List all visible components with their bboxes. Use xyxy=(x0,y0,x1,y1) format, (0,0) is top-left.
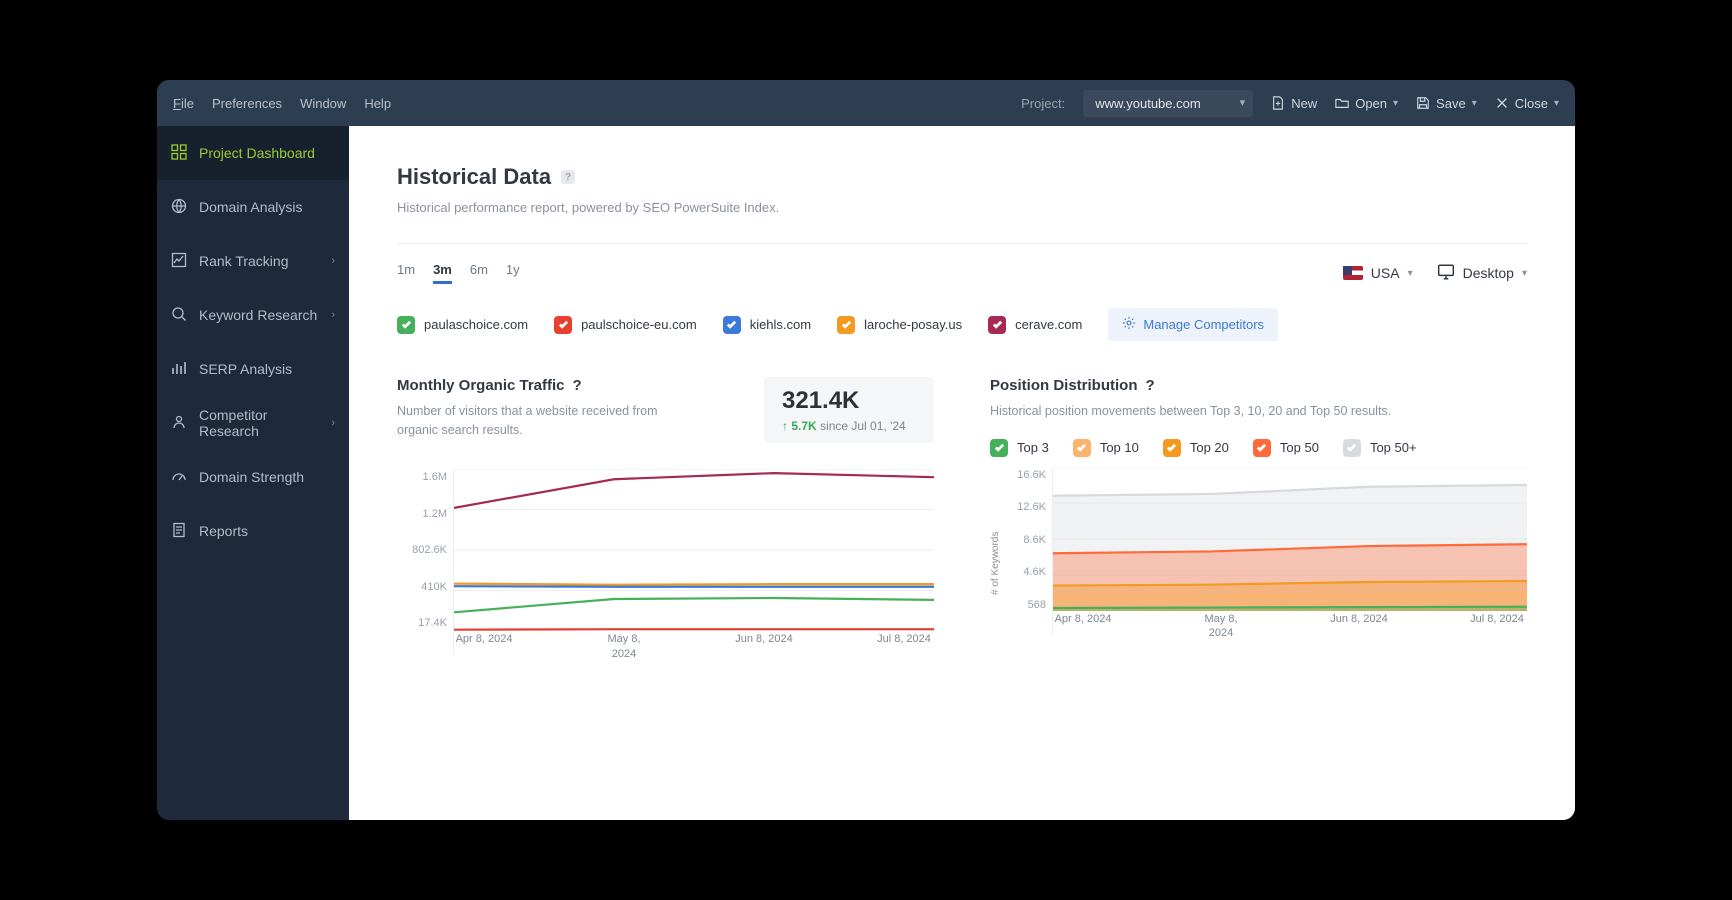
open-button[interactable]: Open▾ xyxy=(1335,96,1398,111)
file-plus-icon xyxy=(1271,96,1285,110)
sidebar-item-domain-analysis[interactable]: Domain Analysis xyxy=(157,180,349,234)
checkbox-icon xyxy=(988,316,1006,334)
checkbox-icon xyxy=(1073,439,1091,457)
y-axis-label: # of Keywords xyxy=(990,467,1004,635)
project-select[interactable]: www.youtube.com xyxy=(1083,90,1253,117)
globe-icon xyxy=(171,198,187,217)
sidebar-item-label: Domain Strength xyxy=(199,469,304,485)
period-3m[interactable]: 3m xyxy=(433,262,452,284)
monthly-organic-traffic-panel: Monthly Organic Traffic ? Number of visi… xyxy=(397,377,934,655)
chevron-down-icon: ▾ xyxy=(1522,268,1527,279)
competitor-toggle[interactable]: paulschoice-eu.com xyxy=(554,316,697,334)
sidebar-item-label: Project Dashboard xyxy=(199,145,315,161)
checkbox-icon xyxy=(554,316,572,334)
manage-competitors-button[interactable]: Manage Competitors xyxy=(1108,308,1278,341)
country-filter[interactable]: USA ▾ xyxy=(1343,265,1413,281)
search-icon xyxy=(171,306,187,325)
chevron-down-icon: ▾ xyxy=(1408,268,1413,279)
project-label: Project: xyxy=(1021,96,1065,111)
help-icon[interactable]: ? xyxy=(561,170,575,184)
traffic-chart: 1.6M 1.2M 802.6K 410K 17.4K Apr 8, 2024 … xyxy=(397,469,934,655)
menu-file[interactable]: File xyxy=(173,96,194,111)
help-icon[interactable]: ? xyxy=(1146,377,1155,394)
monitor-icon xyxy=(1437,263,1455,284)
sidebar-item-project-dashboard[interactable]: Project Dashboard xyxy=(157,126,349,180)
traffic-stat-box: 321.4K ↑ 5.7K since Jul 01, '24 xyxy=(764,377,934,443)
bar-chart-icon xyxy=(171,360,187,379)
sidebar-item-label: Reports xyxy=(199,523,248,539)
sidebar-item-rank-tracking[interactable]: Rank Tracking › xyxy=(157,234,349,288)
top20-toggle[interactable]: Top 20 xyxy=(1163,439,1229,457)
sidebar-item-label: Rank Tracking xyxy=(199,253,288,269)
users-icon xyxy=(171,414,187,433)
position-chart: # of Keywords 16.6K 12.6K 8.6K 4.6K 568 xyxy=(990,467,1527,635)
top3-toggle[interactable]: Top 3 xyxy=(990,439,1049,457)
chart-line-icon xyxy=(171,252,187,271)
competitor-toggle[interactable]: paulaschoice.com xyxy=(397,316,528,334)
checkbox-icon xyxy=(723,316,741,334)
stat-delta-up: ↑ 5.7K xyxy=(782,419,817,433)
save-icon xyxy=(1416,96,1430,110)
stat-delta-since: since Jul 01, '24 xyxy=(820,419,906,433)
sidebar-item-label: Competitor Research xyxy=(199,407,319,439)
sidebar-item-domain-strength[interactable]: Domain Strength xyxy=(157,450,349,504)
document-icon xyxy=(171,522,187,541)
sidebar-item-keyword-research[interactable]: Keyword Research › xyxy=(157,288,349,342)
top50plus-toggle[interactable]: Top 50+ xyxy=(1343,439,1417,457)
menu-window[interactable]: Window xyxy=(300,96,346,111)
panel-subtitle: Number of visitors that a website receiv… xyxy=(397,402,677,440)
sidebar-item-label: Domain Analysis xyxy=(199,199,303,215)
chevron-right-icon: › xyxy=(331,309,335,321)
period-1y[interactable]: 1y xyxy=(506,262,520,284)
sidebar-item-label: SERP Analysis xyxy=(199,361,292,377)
panel-title: Position Distribution xyxy=(990,377,1138,394)
device-filter[interactable]: Desktop ▾ xyxy=(1437,263,1527,284)
page-title: Historical Data xyxy=(397,164,551,190)
top-menu-bar: File Preferences Window Help Project: ww… xyxy=(157,80,1575,126)
gauge-icon xyxy=(171,468,187,487)
folder-open-icon xyxy=(1335,96,1349,110)
position-distribution-panel: Position Distribution ? Historical posit… xyxy=(990,377,1527,655)
period-1m[interactable]: 1m xyxy=(397,262,415,284)
dashboard-icon xyxy=(171,144,187,163)
sidebar-item-reports[interactable]: Reports xyxy=(157,504,349,558)
sidebar-item-serp-analysis[interactable]: SERP Analysis xyxy=(157,342,349,396)
competitor-legend: paulaschoice.com paulschoice-eu.com kieh… xyxy=(397,308,1527,341)
competitor-toggle[interactable]: cerave.com xyxy=(988,316,1082,334)
top50-toggle[interactable]: Top 50 xyxy=(1253,439,1319,457)
checkbox-icon xyxy=(837,316,855,334)
divider xyxy=(397,243,1527,244)
stat-value: 321.4K xyxy=(782,387,916,415)
checkbox-icon xyxy=(1343,439,1361,457)
sidebar-item-competitor-research[interactable]: Competitor Research › xyxy=(157,396,349,450)
period-6m[interactable]: 6m xyxy=(470,262,488,284)
menu-help[interactable]: Help xyxy=(364,96,391,111)
app-window: File Preferences Window Help Project: ww… xyxy=(157,80,1575,820)
page-subtitle: Historical performance report, powered b… xyxy=(397,200,1527,215)
top10-toggle[interactable]: Top 10 xyxy=(1073,439,1139,457)
checkbox-icon xyxy=(1163,439,1181,457)
save-button[interactable]: Save▾ xyxy=(1416,96,1477,111)
panel-title: Monthly Organic Traffic xyxy=(397,377,565,394)
competitor-toggle[interactable]: kiehls.com xyxy=(723,316,811,334)
sidebar: Project Dashboard Domain Analysis Rank T… xyxy=(157,126,349,820)
content-area: Historical Data ? Historical performance… xyxy=(349,126,1575,820)
help-icon[interactable]: ? xyxy=(573,377,582,394)
period-tabs: 1m 3m 6m 1y xyxy=(397,262,520,284)
chevron-right-icon: › xyxy=(331,417,335,429)
checkbox-icon xyxy=(990,439,1008,457)
menu-preferences[interactable]: Preferences xyxy=(212,96,282,111)
gear-icon xyxy=(1122,316,1136,333)
sidebar-item-label: Keyword Research xyxy=(199,307,317,323)
panel-subtitle: Historical position movements between To… xyxy=(990,402,1527,421)
checkbox-icon xyxy=(397,316,415,334)
checkbox-icon xyxy=(1253,439,1271,457)
competitor-toggle[interactable]: laroche-posay.us xyxy=(837,316,962,334)
position-legend: Top 3 Top 10 Top 20 Top 50 Top 50+ xyxy=(990,439,1527,457)
chevron-right-icon: › xyxy=(331,255,335,267)
close-icon xyxy=(1495,96,1509,110)
close-button[interactable]: Close▾ xyxy=(1495,96,1559,111)
new-button[interactable]: New xyxy=(1271,96,1317,111)
usa-flag-icon xyxy=(1343,266,1363,280)
